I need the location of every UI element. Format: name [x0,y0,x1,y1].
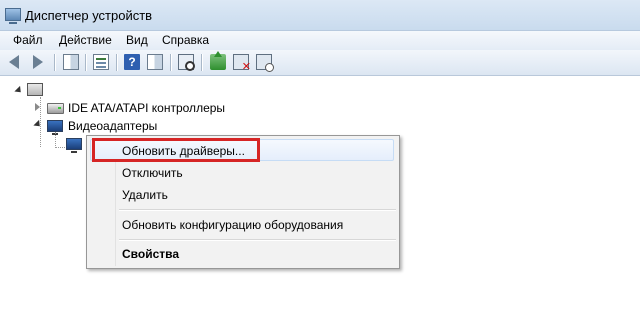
menu-action[interactable]: Действие [58,33,113,47]
tree-item-video-adapters[interactable]: Видеоадаптеры [68,119,157,133]
menu-bar: Файл Действие Вид Справка [0,31,640,50]
expand-ide-icon[interactable] [35,103,40,111]
tree-line [55,147,65,148]
menu-separator [119,239,396,240]
computer-icon[interactable] [27,83,43,96]
menu-separator [119,209,396,210]
update-driver-icon[interactable] [210,51,226,70]
ide-controller-icon [47,103,64,114]
details-view-icon[interactable] [147,54,163,70]
window-title: Диспетчер устройств [25,8,153,23]
tree-item-ide[interactable]: IDE ATA/ATAPI контроллеры [68,101,225,115]
menu-file[interactable]: Файл [12,33,44,47]
expand-root-icon[interactable] [14,85,24,96]
properties-sheet-icon[interactable] [93,54,109,70]
menu-help[interactable]: Справка [161,33,210,47]
disable-device-icon[interactable] [256,54,274,72]
menu-item-scan-hardware[interactable]: Обновить конфигурацию оборудования [122,218,343,232]
title-bar: Диспетчер устройств [0,0,640,31]
toolbar-separator [116,54,117,71]
toolbar-separator [54,54,55,71]
toolbar-separator [170,54,171,71]
display-adapter-device-icon[interactable] [66,138,82,153]
back-arrow-icon[interactable] [9,55,19,69]
device-manager-icon [5,8,21,24]
menu-item-uninstall[interactable]: Удалить [122,188,168,202]
tree-line [55,132,56,148]
toolbar-separator [201,54,202,71]
uninstall-device-icon[interactable] [233,54,251,73]
menu-item-disable[interactable]: Отключить [122,166,183,180]
highlight-callout [92,138,260,162]
help-icon[interactable]: ? [124,54,140,70]
toolbar: ? [0,50,640,76]
video-adapter-category-icon [47,120,63,135]
collapse-video-icon[interactable] [33,119,43,130]
forward-arrow-icon[interactable] [33,55,43,69]
toolbar-separator [85,54,86,71]
menu-view[interactable]: Вид [125,33,149,47]
menu-item-properties[interactable]: Свойства [122,247,179,261]
scan-hardware-icon[interactable] [178,54,195,71]
console-tree-icon[interactable] [63,54,79,70]
